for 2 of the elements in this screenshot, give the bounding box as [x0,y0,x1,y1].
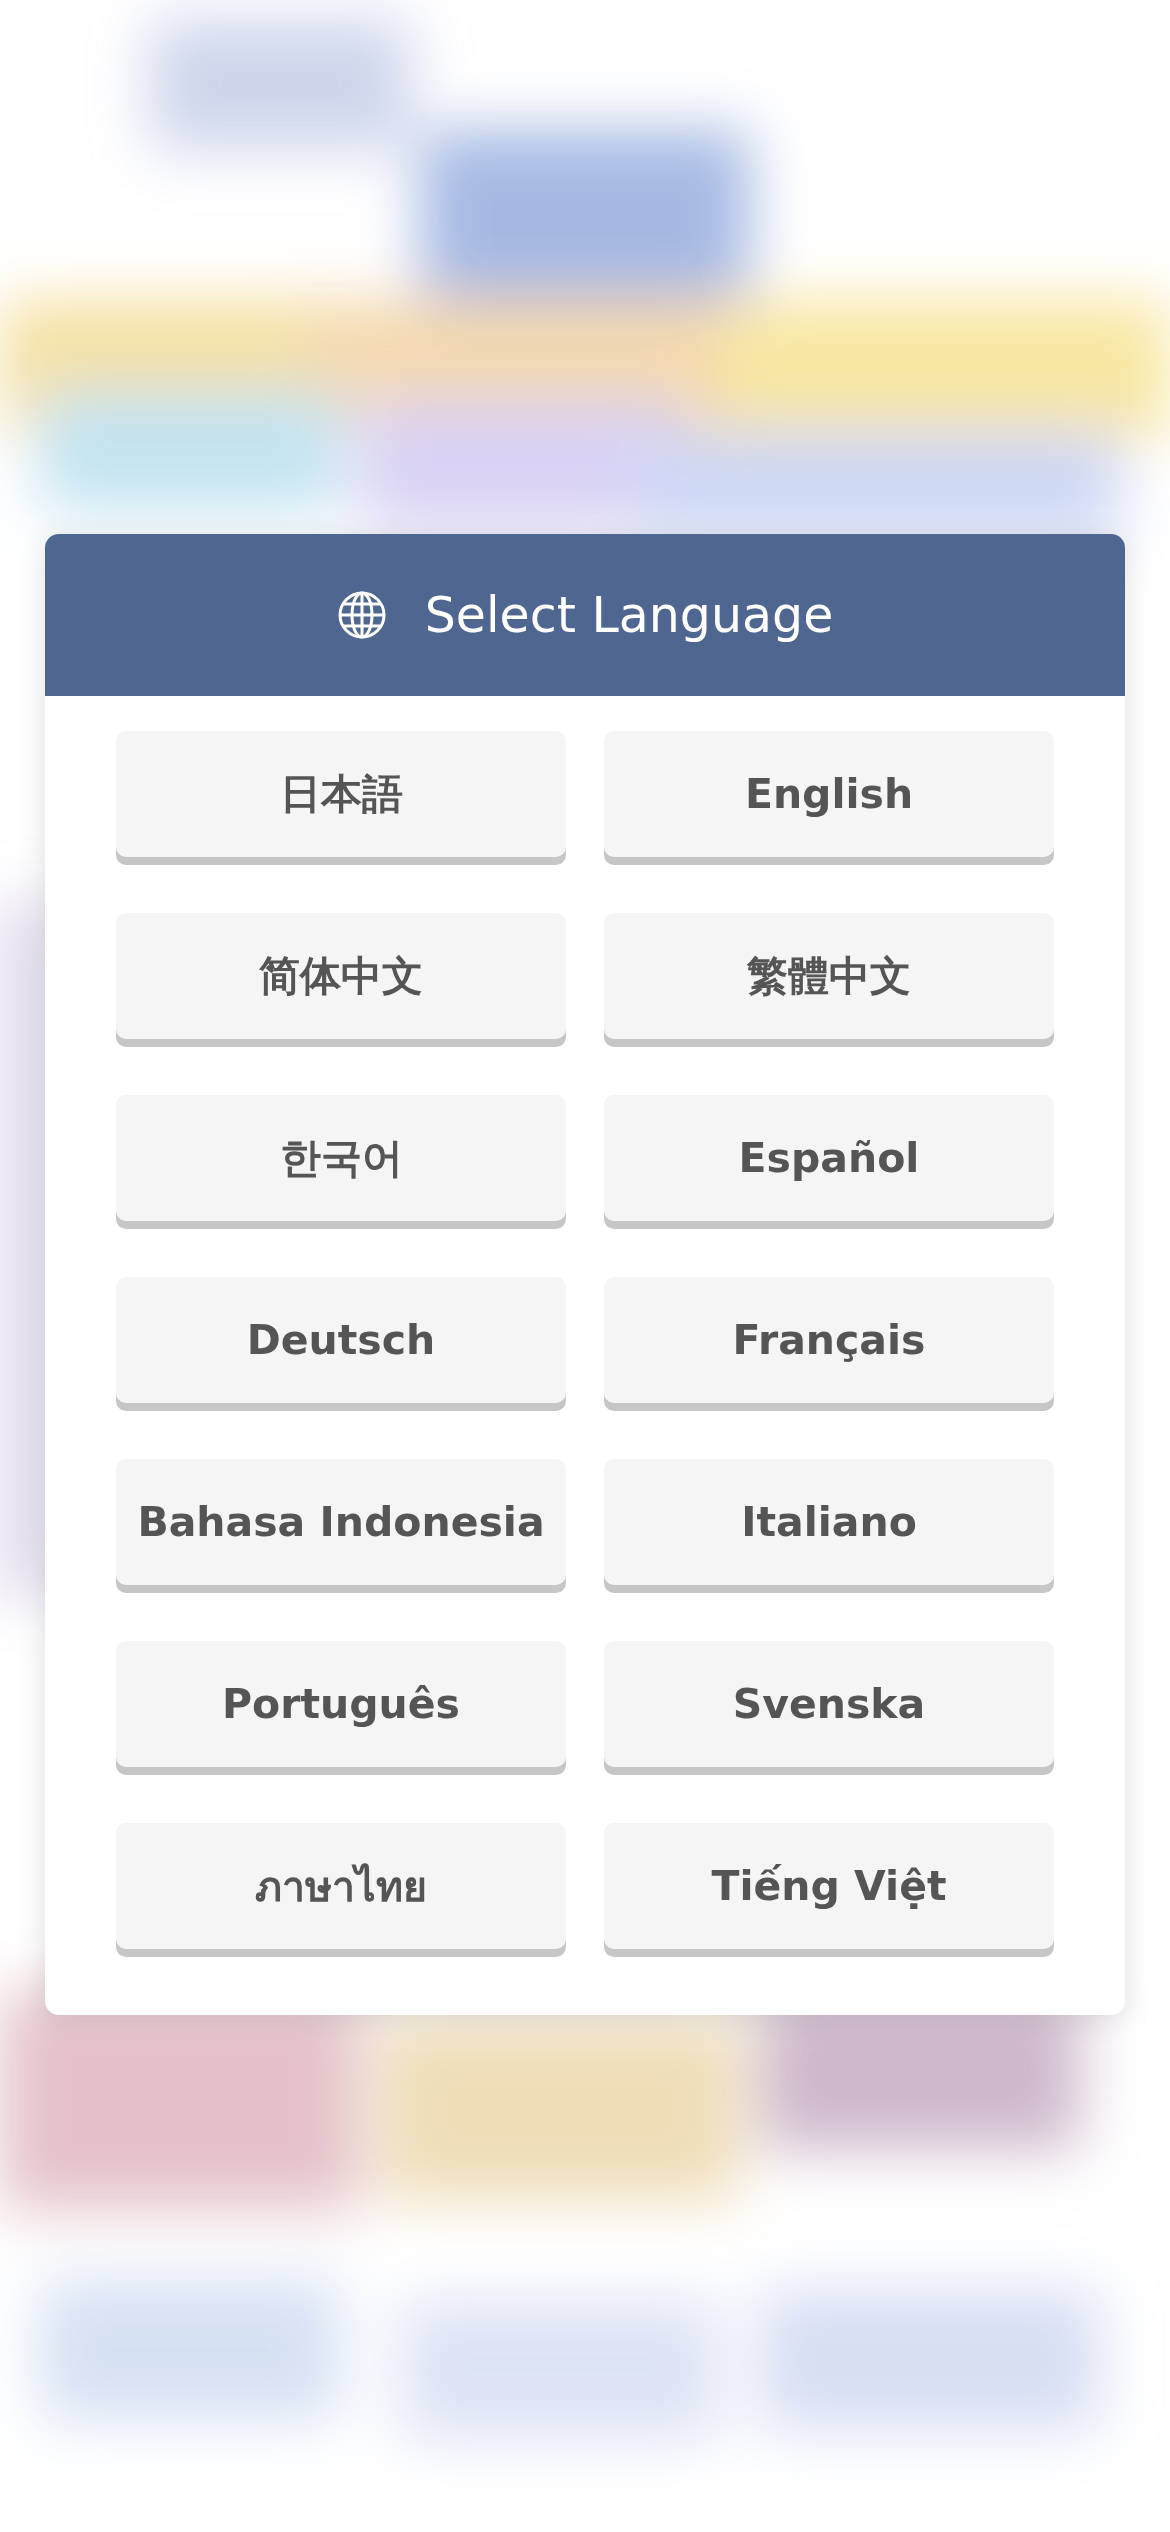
globe-icon [336,590,387,640]
dialog-title: Select Language [424,586,834,644]
